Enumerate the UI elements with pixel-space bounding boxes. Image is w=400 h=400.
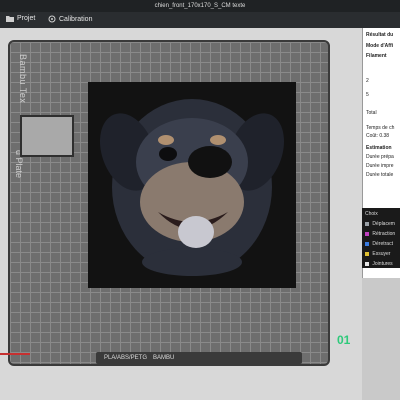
display-mode-label[interactable]: Mode d'Affi	[366, 43, 393, 49]
prep-duration-label: Durée prépa	[366, 154, 394, 160]
time-label: Temps de ch	[366, 125, 395, 131]
cost-value: 0.38	[379, 133, 390, 139]
legend-label: Déplacem	[372, 221, 395, 227]
legend-swatch	[365, 261, 369, 266]
total-label: Total	[366, 110, 377, 116]
plate-number: 01	[337, 333, 351, 347]
menu-projet[interactable]: Projet	[6, 15, 35, 22]
plate-bottom-label: PLA/ABS/PETG BAMBU	[96, 352, 302, 364]
legend-label: Rétraction	[372, 231, 396, 237]
calibration-icon	[48, 15, 56, 23]
legend-swatch	[365, 241, 369, 246]
estimation-label: Estimation	[366, 145, 392, 151]
legend-item[interactable]: Déretract	[365, 241, 393, 247]
menu-bar: Projet Calibration	[0, 12, 400, 28]
plate-material-label: PLA/ABS/PETG	[104, 355, 148, 361]
menu-calibration[interactable]: Calibration	[48, 15, 92, 23]
menu-projet-label: Projet	[17, 15, 36, 22]
total-duration-label: Durée totale	[366, 172, 394, 178]
legend-item[interactable]: Rétraction	[365, 231, 395, 237]
legend-swatch	[365, 231, 369, 236]
print-object[interactable]	[88, 82, 296, 288]
legend-item[interactable]: Déplacem	[365, 221, 395, 227]
plate-label-swatch	[20, 115, 74, 157]
legend-item[interactable]: Jointures	[365, 261, 393, 267]
filament-value-2: 5	[366, 92, 369, 98]
legend-label: Essuyer	[372, 251, 391, 257]
choice-label: Choix	[365, 211, 378, 217]
legend-label: Jointures	[372, 261, 393, 267]
legend-item[interactable]: Essuyer	[365, 251, 390, 257]
filament-value-1: 2	[366, 78, 369, 84]
dog-portrait-image	[99, 99, 285, 276]
legend-swatch	[365, 221, 369, 226]
folder-icon	[6, 16, 14, 22]
axis-indicator	[0, 353, 30, 355]
legend-label: Déretract	[372, 241, 393, 247]
print-duration-label: Durée impre	[366, 163, 394, 169]
cost-row: Coût: 0.38	[366, 133, 389, 139]
cost-label: Coût:	[366, 133, 378, 139]
plate-brand-label: BAMBU	[153, 355, 175, 361]
menu-calibration-label: Calibration	[59, 15, 93, 23]
filament-label: Filament	[366, 53, 387, 59]
legend-panel: Choix Déplacem Rétraction Déretract Essu…	[362, 208, 400, 268]
result-title: Résultat du	[366, 32, 394, 38]
window-title: chien_front_170x170_S_CM texte	[0, 0, 400, 12]
legend-swatch	[365, 251, 369, 256]
